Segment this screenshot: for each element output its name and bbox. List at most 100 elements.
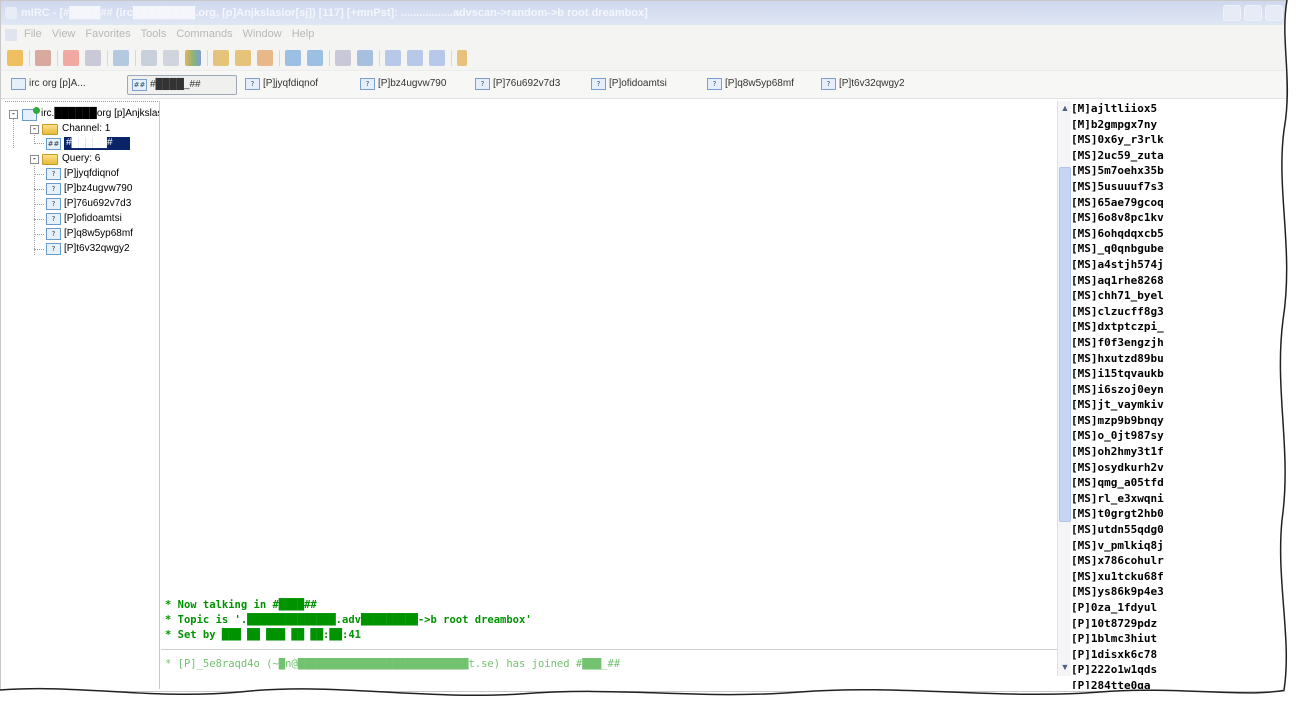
nick-list-item[interactable]: [MS]0x6y_r3rlk xyxy=(1071,132,1263,148)
nick-list-item[interactable]: [MS]f0f3engzjh xyxy=(1071,335,1263,351)
close-button[interactable] xyxy=(1265,5,1283,21)
tree-query-item[interactable]: [P]bz4ugvw790 xyxy=(64,182,132,196)
nick-list-item[interactable]: [MS]utdn55qdg0 xyxy=(1071,522,1263,538)
toolbar-separator xyxy=(207,50,208,66)
tree-connector xyxy=(34,189,44,190)
scroll-down-icon[interactable]: ▼ xyxy=(1059,660,1071,674)
scripts-editor-icon[interactable] xyxy=(141,50,157,66)
nick-list-item[interactable]: [MS]ys86k9p4e3 xyxy=(1071,584,1263,600)
timer-icon[interactable] xyxy=(163,50,179,66)
tree-query-item[interactable]: [P]ofidoamtsi xyxy=(64,212,122,226)
nick-list-item[interactable]: [P]1disxk6c78 xyxy=(1071,647,1263,663)
favorites-icon[interactable] xyxy=(63,50,79,66)
menu-tools[interactable]: Tools xyxy=(136,25,172,40)
toolbar-separator xyxy=(279,50,280,66)
nick-list-item[interactable]: [MS]5usuuuf7s3 xyxy=(1071,179,1263,195)
tab-query-5[interactable]: ? [P]q8w5yp68mf xyxy=(703,75,813,95)
nick-list-item[interactable]: [MS]xu1tcku68f xyxy=(1071,569,1263,585)
menu-favorites[interactable]: Favorites xyxy=(80,25,135,40)
log-files-icon[interactable] xyxy=(357,50,373,66)
nick-list-item[interactable]: [MS]_q0qnbgube xyxy=(1071,241,1263,257)
nick-list-item[interactable]: [MS]6o8v8pc1kv xyxy=(1071,210,1263,226)
tree-query-item[interactable]: [P]76u692v7d3 xyxy=(64,197,131,211)
menu-commands[interactable]: Commands xyxy=(171,25,237,40)
nick-list-item[interactable]: [P]10t8729pdz xyxy=(1071,616,1263,632)
query-window-icon: ? xyxy=(46,243,61,255)
received-files-icon[interactable] xyxy=(335,50,351,66)
colors-icon[interactable] xyxy=(185,50,201,66)
dcc-chat-icon[interactable] xyxy=(235,50,251,66)
tree-server-node[interactable]: irc.██████org [p]Anjkslas xyxy=(41,107,159,121)
nick-list-item[interactable]: [M]ajltliiox5 xyxy=(1071,101,1263,117)
tree-query-item[interactable]: [P]jyqfdiqnof xyxy=(64,167,119,181)
options-icon[interactable] xyxy=(35,50,51,66)
channels-list-icon[interactable] xyxy=(85,50,101,66)
tree-channel-selected[interactable]: #█████# xyxy=(64,137,130,150)
nick-list-item[interactable]: [MS]dxtptczpi_ xyxy=(1071,319,1263,335)
nick-list-item[interactable]: [P]284tte0qa_ xyxy=(1071,678,1263,689)
tree-channel-folder[interactable]: Channel: 1 xyxy=(62,122,110,136)
nick-list-item[interactable]: [MS]osydkurh2v xyxy=(1071,460,1263,476)
address-book-icon[interactable] xyxy=(113,50,129,66)
menu-window[interactable]: Window xyxy=(238,25,287,40)
nick-list-item[interactable]: [P]222o1w1qds xyxy=(1071,662,1263,678)
chat-scrollbar[interactable]: ▲ ▼ xyxy=(1057,101,1071,676)
menu-view[interactable]: View xyxy=(47,25,81,40)
nick-list-item[interactable]: [MS]clzucff8g3 xyxy=(1071,304,1263,320)
nick-list-item[interactable]: [MS]qmg_a05tfd xyxy=(1071,475,1263,491)
system-menu-icon[interactable] xyxy=(5,29,17,41)
tab-query-1[interactable]: ? [P]jyqfdiqnof xyxy=(241,75,351,95)
notify-list-icon[interactable] xyxy=(285,50,301,66)
nick-list-item[interactable]: [P]0za_1fdyul xyxy=(1071,600,1263,616)
maximize-button[interactable] xyxy=(1244,5,1262,21)
connect-icon[interactable] xyxy=(7,50,23,66)
collapse-queries-toggle[interactable]: - xyxy=(30,155,39,164)
nick-list-item[interactable]: [MS]x786cohulr xyxy=(1071,553,1263,569)
nick-list-item[interactable]: [MS]oh2hmy3t1f xyxy=(1071,444,1263,460)
nick-list-item[interactable]: [MS]i15tqvaukb xyxy=(1071,366,1263,382)
nick-list-item[interactable]: [MS]65ae79gcoq xyxy=(1071,195,1263,211)
menu-help[interactable]: Help xyxy=(287,25,320,40)
mirc-window: mIRC - [#████## (irc████████.org, [p]Anj… xyxy=(0,0,1287,692)
nick-list-item[interactable]: [MS]t0grgt2hb0 xyxy=(1071,506,1263,522)
nick-list-item[interactable]: [MS]mzp9b9bnqy xyxy=(1071,413,1263,429)
nick-list-item[interactable]: [MS]hxutzd89bu xyxy=(1071,351,1263,367)
tile-horizontal-icon[interactable] xyxy=(385,50,401,66)
tab-query-3[interactable]: ? [P]76u692v7d3 xyxy=(471,75,581,95)
collapse-server-toggle[interactable]: - xyxy=(9,110,18,119)
tree-query-item[interactable]: [P]t6v32qwgy2 xyxy=(64,242,130,256)
tree-query-folder[interactable]: Query: 6 xyxy=(62,152,100,166)
nick-list-item[interactable]: [MS]rl_e3xwqni xyxy=(1071,491,1263,507)
tab-channel[interactable]: ## #████_## xyxy=(127,75,237,95)
tree-query-item[interactable]: [P]q8w5yp68mf xyxy=(64,227,133,241)
nick-list-item[interactable]: [MS]6ohqdqxcb5 xyxy=(1071,226,1263,242)
nick-list-item[interactable]: [MS]jt_vaymkiv xyxy=(1071,397,1263,413)
nick-list-item[interactable]: [M]b2gmpgx7ny xyxy=(1071,117,1263,133)
nick-list-item[interactable]: [MS]2uc59_zuta xyxy=(1071,148,1263,164)
collapse-channels-toggle[interactable]: - xyxy=(30,125,39,134)
scroll-thumb[interactable] xyxy=(1059,167,1071,522)
nick-list-item[interactable]: [MS]o_0jt987sy xyxy=(1071,428,1263,444)
query-window-icon: ? xyxy=(245,78,260,90)
tab-query-4[interactable]: ? [P]ofidoamtsi xyxy=(587,75,697,95)
channel-message-area[interactable]: * Now talking in #████## * Topic is '.██… xyxy=(161,101,1057,689)
nick-list-item[interactable]: [MS]v_pmlkiq8j xyxy=(1071,538,1263,554)
dcc-send-icon[interactable] xyxy=(213,50,229,66)
nick-list-item[interactable]: [MS]chh71_byel xyxy=(1071,288,1263,304)
menu-file[interactable]: File xyxy=(19,25,47,40)
nick-list-item[interactable]: [MS]i6szoj0eyn xyxy=(1071,382,1263,398)
nick-list-item[interactable]: [MS]5m7oehx35b xyxy=(1071,163,1263,179)
tab-query-2[interactable]: ? [P]bz4ugvw790 xyxy=(356,75,466,95)
cascade-icon[interactable] xyxy=(429,50,445,66)
help-icon[interactable] xyxy=(457,50,467,66)
nick-list-item[interactable]: [MS]a4stjh574j xyxy=(1071,257,1263,273)
nick-list-item[interactable]: [P]1blmc3hiut xyxy=(1071,631,1263,647)
tab-server[interactable]: irc org [p]A... xyxy=(7,75,125,95)
dcc-get-icon[interactable] xyxy=(257,50,273,66)
nick-list-item[interactable]: [MS]aq1rhe8268 xyxy=(1071,273,1263,289)
scroll-up-icon[interactable]: ▲ xyxy=(1059,101,1071,115)
url-list-icon[interactable] xyxy=(307,50,323,66)
tile-vertical-icon[interactable] xyxy=(407,50,423,66)
tab-query-6[interactable]: ? [P]t6v32qwgy2 xyxy=(817,75,927,95)
minimize-button[interactable] xyxy=(1223,5,1241,21)
